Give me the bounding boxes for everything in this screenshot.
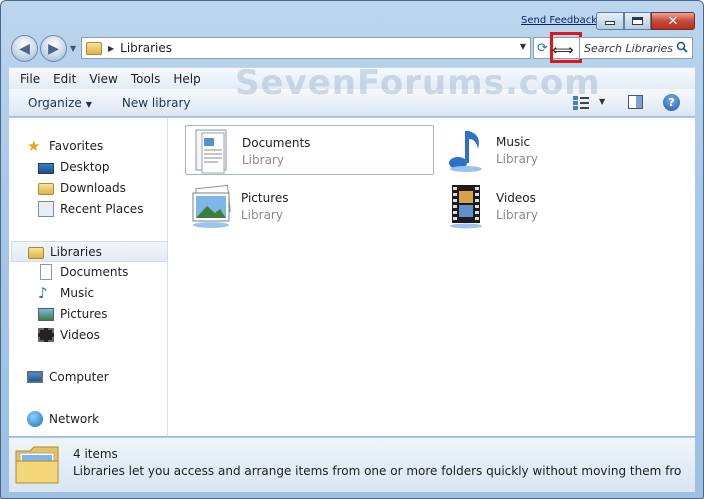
item-count: 4 items <box>73 447 118 461</box>
maximize-button[interactable] <box>624 12 651 30</box>
music-library-icon <box>449 131 482 172</box>
nav-recent-places[interactable]: Recent Places <box>38 200 143 218</box>
nav-favorites[interactable]: ★ Favorites <box>27 137 103 155</box>
forward-arrow-icon: ▶ <box>48 40 59 57</box>
new-library-button[interactable]: New library <box>122 96 191 110</box>
recent-pages-dropdown[interactable]: ▼ <box>70 44 76 53</box>
chevron-down-icon: ▼ <box>85 99 92 109</box>
breadcrumb-libraries[interactable]: Libraries <box>120 41 172 55</box>
help-icon[interactable]: ? <box>663 94 680 111</box>
organize-button[interactable]: Organize ▼ <box>28 96 92 110</box>
library-name: Pictures <box>241 191 289 205</box>
menu-tools[interactable]: Tools <box>131 72 161 86</box>
library-name: Videos <box>496 191 536 205</box>
menu-file[interactable]: File <box>20 72 40 86</box>
videos-library-icon <box>450 185 482 229</box>
organize-label: Organize <box>28 95 82 110</box>
nav-label: Favorites <box>49 139 104 153</box>
nav-downloads[interactable]: Downloads <box>38 179 126 197</box>
library-type: Library <box>241 208 283 222</box>
recent-places-icon <box>38 201 54 217</box>
close-button[interactable]: ✕ <box>651 12 695 30</box>
details-pane: 4 items Libraries let you access and arr… <box>9 437 695 492</box>
library-info: Videos Library <box>496 181 538 222</box>
command-bar: Organize ▼ New library ▼ ? <box>9 89 695 117</box>
pictures-library-icon <box>192 184 231 228</box>
nav-label: Libraries <box>50 244 102 259</box>
library-type: Library <box>496 208 538 222</box>
menu-bar: File Edit View Tools Help <box>9 67 695 89</box>
nav-label: Videos <box>60 328 100 342</box>
library-info: Pictures Library <box>241 181 289 222</box>
menu-help[interactable]: Help <box>173 72 200 86</box>
nav-label: Network <box>49 412 100 426</box>
nav-label: Documents <box>60 265 129 279</box>
library-tile-videos[interactable]: Videos Library <box>440 181 689 231</box>
documents-icon <box>40 264 52 280</box>
library-tile-pictures[interactable]: Pictures Library <box>185 181 434 231</box>
libraries-folder-icon <box>86 41 102 55</box>
library-name: Documents <box>242 136 311 150</box>
maximize-icon <box>632 17 643 25</box>
close-icon: ✕ <box>667 13 679 29</box>
navigation-buttons: ◀ ▶ ▼ <box>11 35 76 62</box>
breadcrumb-arrow-icon[interactable]: ▶ <box>108 44 114 53</box>
send-feedback-link[interactable]: Send Feedback <box>521 15 597 26</box>
navigation-pane: ★ Favorites Desktop Downloads Recent Plac… <box>9 118 168 436</box>
libraries-icon <box>28 246 44 259</box>
minimize-icon <box>605 21 615 25</box>
nav-libraries[interactable]: Libraries <box>11 241 168 262</box>
back-button[interactable]: ◀ <box>11 35 38 62</box>
nav-label: Desktop <box>60 160 110 174</box>
refresh-icon[interactable]: ⟳ <box>537 41 548 56</box>
nav-computer[interactable]: Computer <box>27 368 109 386</box>
libraries-folder-icon <box>15 446 59 484</box>
library-tile-music[interactable]: Music Library <box>440 125 689 175</box>
nav-videos[interactable]: Videos <box>38 326 100 344</box>
back-arrow-icon: ◀ <box>19 40 30 57</box>
libraries-description: Libraries let you access and arrange ite… <box>73 464 681 478</box>
library-name: Music <box>496 135 531 149</box>
nav-label: Music <box>60 286 95 300</box>
nav-label: Downloads <box>60 181 126 195</box>
explorer-window: Send Feedback ✕ ◀ ▶ ▼ ▶ Libraries ▼ ⟳ ⟺ … <box>0 0 704 499</box>
highlight-annotation-box <box>550 32 582 63</box>
nav-desktop[interactable]: Desktop <box>38 158 110 176</box>
library-type: Library <box>496 152 538 166</box>
desktop-icon <box>38 162 54 174</box>
pictures-icon <box>38 307 54 321</box>
nav-network[interactable]: Network <box>27 410 99 428</box>
nav-label: Pictures <box>60 307 108 321</box>
address-bar[interactable]: ▶ Libraries ▼ <box>81 37 531 59</box>
menu-edit[interactable]: Edit <box>53 72 76 86</box>
nav-music[interactable]: ♪ Music <box>38 284 94 302</box>
change-view-icon[interactable] <box>573 96 589 110</box>
search-icon[interactable] <box>676 41 688 53</box>
search-input[interactable]: Search Libraries <box>584 42 673 55</box>
forward-button[interactable]: ▶ <box>40 35 67 62</box>
library-type: Library <box>242 153 284 167</box>
nav-pictures[interactable]: Pictures <box>38 305 108 323</box>
documents-library-icon <box>195 129 227 174</box>
nav-documents[interactable]: Documents <box>38 263 128 281</box>
caption-buttons: ✕ <box>596 12 695 30</box>
preview-pane-icon[interactable] <box>628 95 643 109</box>
nav-label: Computer <box>49 370 109 384</box>
music-icon: ♪ <box>38 284 48 302</box>
downloads-folder-icon <box>38 183 54 195</box>
library-tile-documents[interactable]: Documents Library <box>185 125 434 175</box>
content-area: ★ Favorites Desktop Downloads Recent Plac… <box>9 118 695 436</box>
address-dropdown-icon[interactable]: ▼ <box>520 42 526 51</box>
library-info: Documents Library <box>242 126 310 167</box>
menu-view[interactable]: View <box>89 72 117 86</box>
views-dropdown-icon[interactable]: ▼ <box>599 97 605 106</box>
minimize-button[interactable] <box>596 12 624 30</box>
network-icon <box>27 411 43 427</box>
nav-label: Recent Places <box>60 202 144 216</box>
videos-icon <box>38 328 54 342</box>
star-icon: ★ <box>27 137 41 155</box>
search-box[interactable]: Search Libraries <box>579 37 693 59</box>
library-info: Music Library <box>496 125 538 166</box>
computer-icon <box>27 371 43 383</box>
